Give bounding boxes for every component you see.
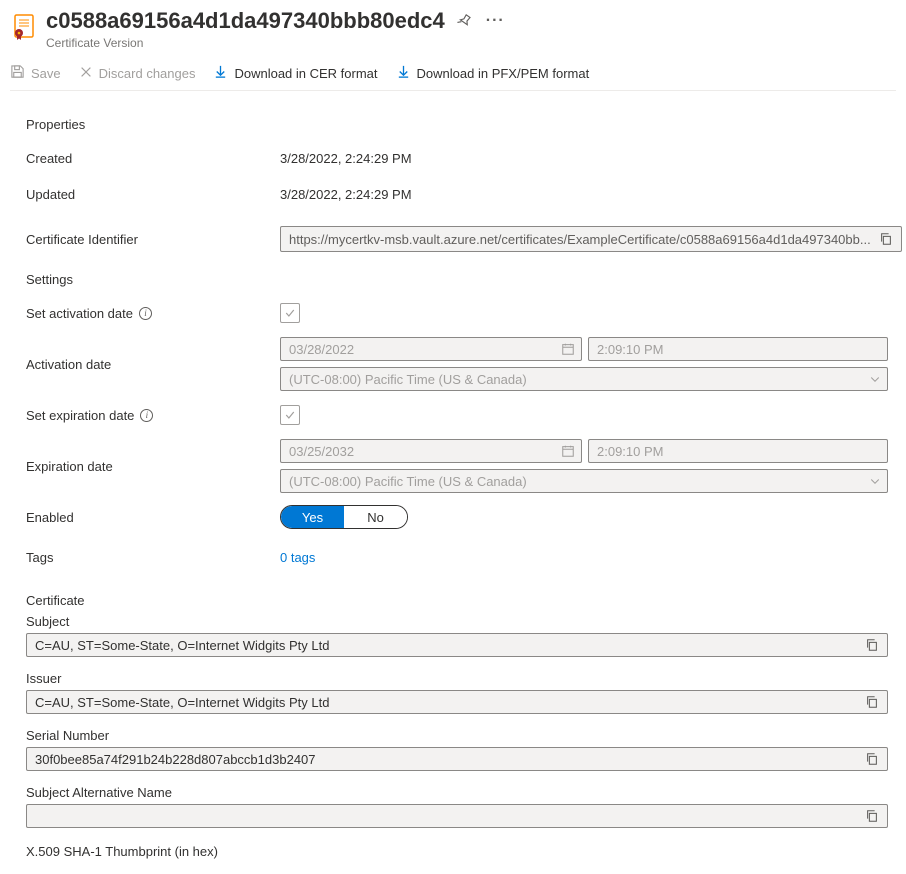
serial-label: Serial Number [26, 728, 888, 743]
toggle-no[interactable]: No [344, 506, 407, 528]
thumbprint-label: X.509 SHA-1 Thumbprint (in hex) [26, 844, 888, 859]
updated-label: Updated [26, 187, 280, 202]
updated-value: 3/28/2022, 2:24:29 PM [280, 187, 888, 202]
certificate-icon [10, 12, 38, 40]
expiration-date-label: Expiration date [26, 459, 280, 474]
activation-date-input: 03/28/2022 [280, 337, 582, 361]
save-button: Save [10, 64, 61, 82]
pin-icon[interactable] [457, 8, 472, 34]
issuer-field[interactable]: C=AU, ST=Some-State, O=Internet Widgits … [26, 690, 888, 714]
toggle-yes[interactable]: Yes [281, 506, 344, 528]
san-field[interactable] [26, 804, 888, 828]
created-value: 3/28/2022, 2:24:29 PM [280, 151, 888, 166]
enabled-label: Enabled [26, 510, 280, 525]
activation-time-input: 2:09:10 PM [588, 337, 888, 361]
enabled-toggle[interactable]: Yes No [280, 505, 408, 529]
subject-field[interactable]: C=AU, ST=Some-State, O=Internet Widgits … [26, 633, 888, 657]
download-icon [213, 64, 228, 82]
copy-icon[interactable] [865, 638, 879, 652]
activation-date-label: Activation date [26, 357, 280, 372]
subject-label: Subject [26, 614, 888, 629]
settings-heading: Settings [26, 272, 888, 287]
set-expiration-label: Set expiration date [26, 408, 134, 423]
download-pfx-button[interactable]: Download in PFX/PEM format [396, 64, 590, 82]
tags-link[interactable]: 0 tags [280, 550, 315, 565]
info-icon[interactable]: i [140, 409, 153, 422]
chevron-down-icon [869, 475, 881, 487]
discard-button: Discard changes [79, 65, 196, 82]
page-title: c0588a69156a4d1da497340bbb80edc4 [46, 8, 445, 34]
properties-heading: Properties [26, 117, 888, 132]
calendar-icon [561, 444, 575, 458]
expiration-time-input: 2:09:10 PM [588, 439, 888, 463]
cert-id-label: Certificate Identifier [26, 232, 280, 247]
toolbar: Save Discard changes Download in CER for… [10, 64, 896, 91]
more-icon[interactable]: ··· [486, 13, 505, 29]
discard-icon [79, 65, 93, 82]
set-activation-label: Set activation date [26, 306, 133, 321]
save-icon [10, 64, 25, 82]
san-label: Subject Alternative Name [26, 785, 888, 800]
download-icon [396, 64, 411, 82]
expiration-tz-select: (UTC-08:00) Pacific Time (US & Canada) [280, 469, 888, 493]
issuer-label: Issuer [26, 671, 888, 686]
copy-icon[interactable] [865, 695, 879, 709]
download-cer-button[interactable]: Download in CER format [213, 64, 377, 82]
serial-field[interactable]: 30f0bee85a74f291b24b228d807abccb1d3b2407 [26, 747, 888, 771]
copy-icon[interactable] [865, 809, 879, 823]
cert-id-field[interactable]: https://mycertkv-msb.vault.azure.net/cer… [280, 226, 902, 252]
calendar-icon [561, 342, 575, 356]
copy-icon[interactable] [865, 752, 879, 766]
set-expiration-checkbox [280, 405, 300, 425]
created-label: Created [26, 151, 280, 166]
activation-tz-select: (UTC-08:00) Pacific Time (US & Canada) [280, 367, 888, 391]
page-subtitle: Certificate Version [46, 36, 896, 50]
chevron-down-icon [869, 373, 881, 385]
expiration-date-input: 03/25/2032 [280, 439, 582, 463]
tags-label: Tags [26, 550, 280, 565]
info-icon[interactable]: i [139, 307, 152, 320]
set-activation-checkbox [280, 303, 300, 323]
certificate-heading: Certificate [26, 593, 888, 608]
copy-icon[interactable] [879, 232, 893, 246]
